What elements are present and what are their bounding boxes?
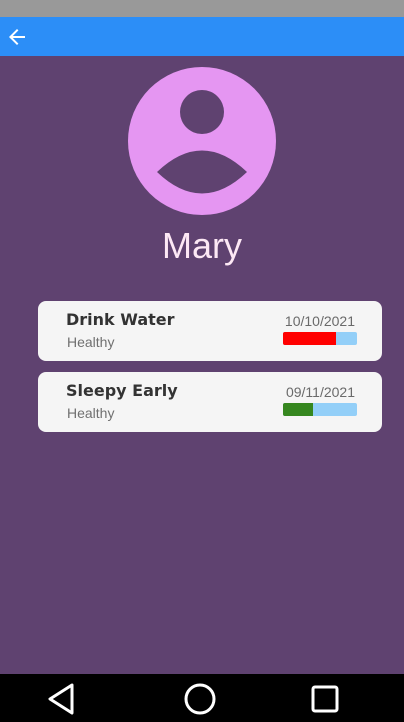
habit-date: 09/11/2021 bbox=[285, 384, 355, 400]
circle-home-icon bbox=[184, 683, 216, 715]
person-icon bbox=[157, 90, 247, 194]
habit-status: Healthy bbox=[67, 405, 115, 421]
habit-progress-bar bbox=[283, 403, 357, 416]
habit-title: Sleepy Early bbox=[66, 381, 178, 400]
habit-card[interactable]: Drink Water Healthy 10/10/2021 bbox=[38, 301, 382, 361]
nav-home-button[interactable] bbox=[183, 682, 217, 716]
system-nav-bar bbox=[0, 674, 404, 722]
avatar bbox=[128, 67, 276, 215]
habit-status: Healthy bbox=[67, 334, 115, 350]
user-name: Mary bbox=[162, 225, 242, 266]
back-button[interactable] bbox=[4, 24, 30, 50]
status-bar bbox=[0, 0, 404, 17]
arrow-left-icon bbox=[9, 29, 25, 45]
nav-recents-button[interactable] bbox=[308, 682, 342, 716]
square-recents-icon bbox=[311, 685, 339, 713]
habit-progress-fill bbox=[283, 403, 313, 416]
habit-date: 10/10/2021 bbox=[284, 313, 355, 329]
habit-title: Drink Water bbox=[66, 310, 175, 329]
habit-progress-fill bbox=[283, 332, 337, 345]
app-bar bbox=[0, 17, 404, 56]
habit-progress-bar bbox=[283, 332, 357, 345]
nav-back-button[interactable] bbox=[44, 682, 78, 716]
profile-screen: Mary Drink Water Healthy 10/10/2021 Slee… bbox=[0, 0, 404, 722]
triangle-back-icon bbox=[48, 683, 74, 715]
habit-card[interactable]: Sleepy Early Healthy 09/11/2021 bbox=[38, 372, 382, 432]
